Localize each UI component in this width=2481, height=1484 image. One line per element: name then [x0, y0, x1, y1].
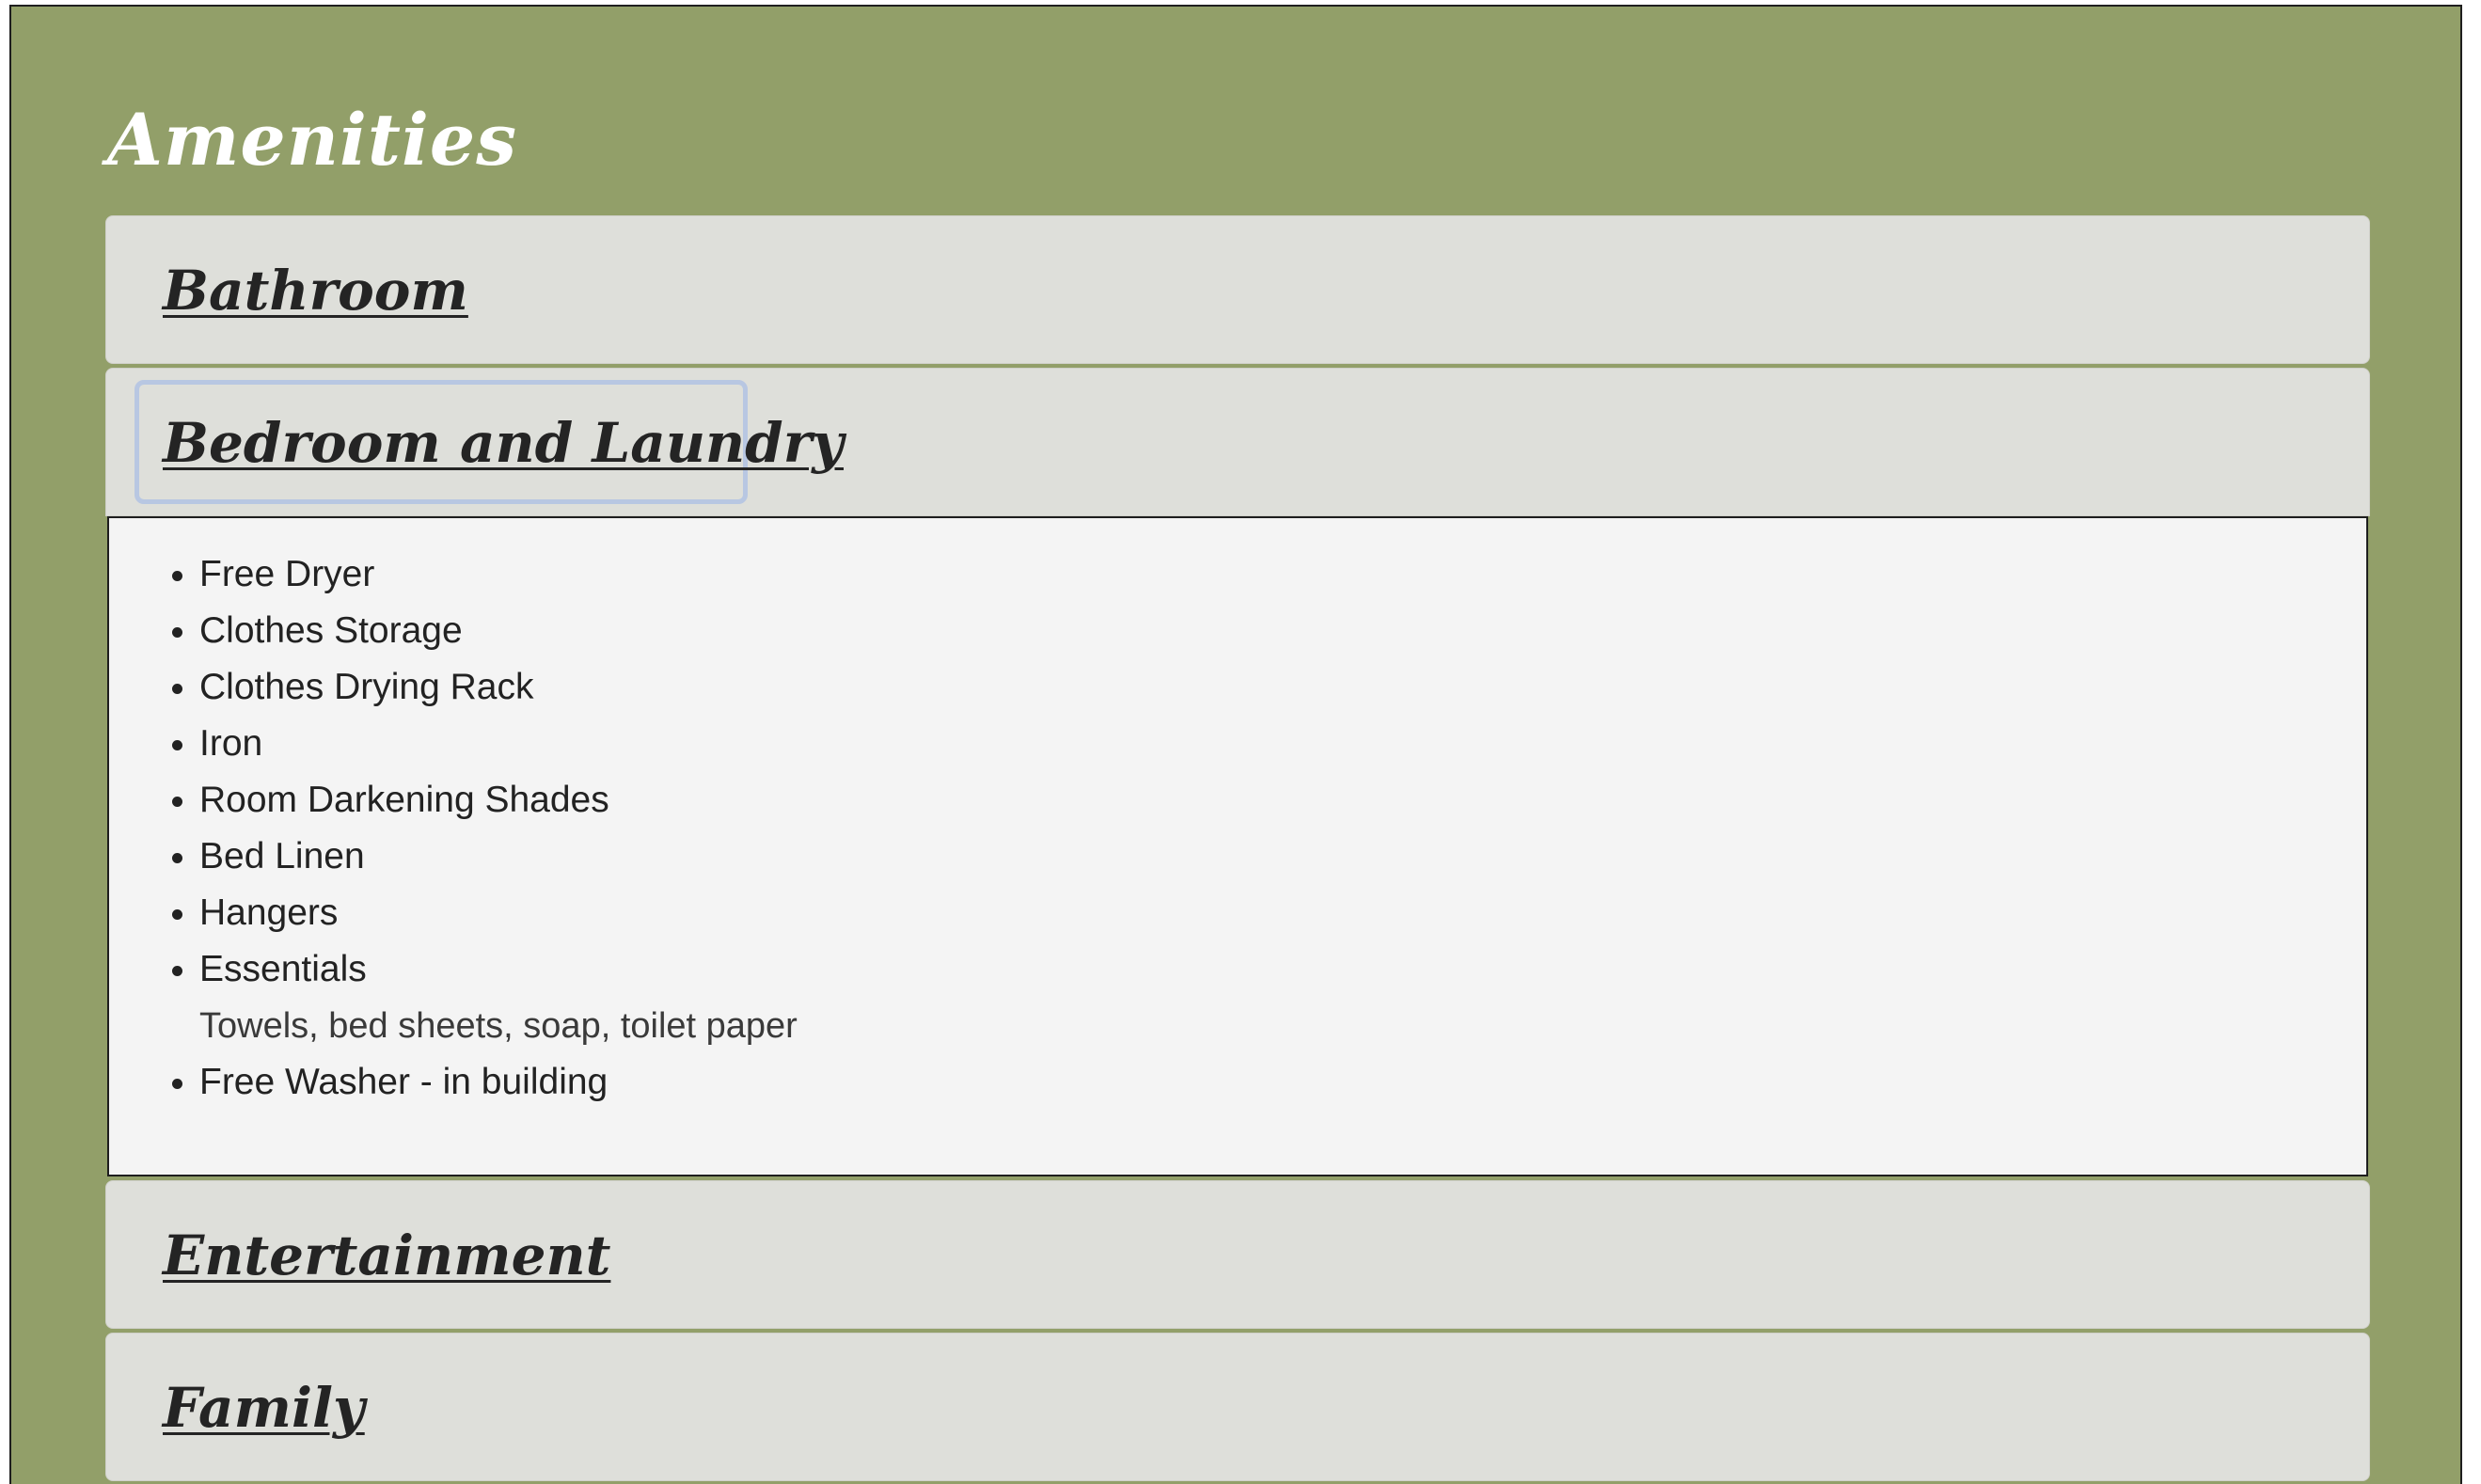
accordion-header-family[interactable]: Family: [105, 1333, 2370, 1481]
bathroom-toggle-link[interactable]: Bathroom: [163, 254, 468, 327]
list-item: Clothes Storage: [199, 603, 2366, 659]
accordion-section-bathroom: Bathroom: [105, 215, 2370, 364]
amenity-label: Free Washer - in building: [199, 1062, 608, 1102]
list-item: Free Dryer: [199, 546, 2366, 603]
list-item: Essentials Towels, bed sheets, soap, toi…: [199, 941, 2366, 1054]
page-title: Amenities: [107, 98, 517, 182]
accordion-section-family: Family: [105, 1333, 2370, 1481]
amenity-label: Free Dryer: [199, 554, 375, 594]
accordion-header-bedroom-and-laundry[interactable]: Bedroom and Laundry: [105, 368, 2370, 516]
amenity-label: Bed Linen: [199, 836, 365, 876]
amenities-accordion: Bathroom Bedroom and Laundry Free Dryer …: [105, 215, 2370, 1484]
family-toggle-link[interactable]: Family: [163, 1371, 365, 1445]
list-item: Clothes Drying Rack: [199, 659, 2366, 716]
list-item: Bed Linen: [199, 829, 2366, 885]
amenity-label: Clothes Storage: [199, 610, 463, 651]
bedroom-and-laundry-toggle-link[interactable]: Bedroom and Laundry: [163, 406, 844, 480]
amenity-label: Clothes Drying Rack: [199, 667, 534, 707]
bedroom-and-laundry-panel: Free Dryer Clothes Storage Clothes Dryin…: [107, 516, 2368, 1176]
list-item: Hangers: [199, 885, 2366, 941]
accordion-header-entertainment[interactable]: Entertainment: [105, 1180, 2370, 1329]
entertainment-toggle-link[interactable]: Entertainment: [163, 1219, 610, 1292]
amenity-note: Towels, bed sheets, soap, toilet paper: [199, 1006, 798, 1046]
amenity-label: Essentials: [199, 949, 367, 989]
list-item: Room Darkening Shades: [199, 772, 2366, 829]
amenity-label: Room Darkening Shades: [199, 780, 609, 820]
page-frame: Amenities Bathroom Bedroom and Laundry F…: [9, 5, 2462, 1484]
amenity-label: Hangers: [199, 892, 339, 933]
list-item: Free Washer - in building: [199, 1054, 2366, 1111]
accordion-section-entertainment: Entertainment: [105, 1180, 2370, 1329]
accordion-section-bedroom-and-laundry: Bedroom and Laundry Free Dryer Clothes S…: [105, 368, 2370, 1176]
list-item: Iron: [199, 716, 2366, 772]
amenity-label: Iron: [199, 723, 263, 764]
amenity-list: Free Dryer Clothes Storage Clothes Dryin…: [109, 546, 2366, 1111]
accordion-header-bathroom[interactable]: Bathroom: [105, 215, 2370, 364]
